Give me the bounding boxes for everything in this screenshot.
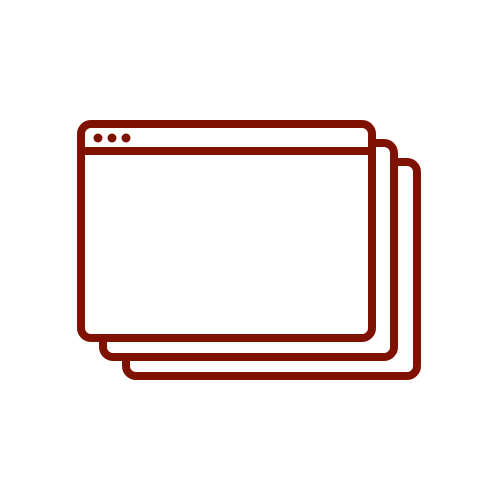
title-bar-dot-icon (121, 133, 131, 143)
stacked-windows-icon (77, 120, 421, 380)
title-bar-dot-icon (93, 133, 103, 143)
title-bar-dot-icon (107, 133, 117, 143)
window-front (77, 120, 376, 342)
icon-canvas (0, 0, 501, 501)
